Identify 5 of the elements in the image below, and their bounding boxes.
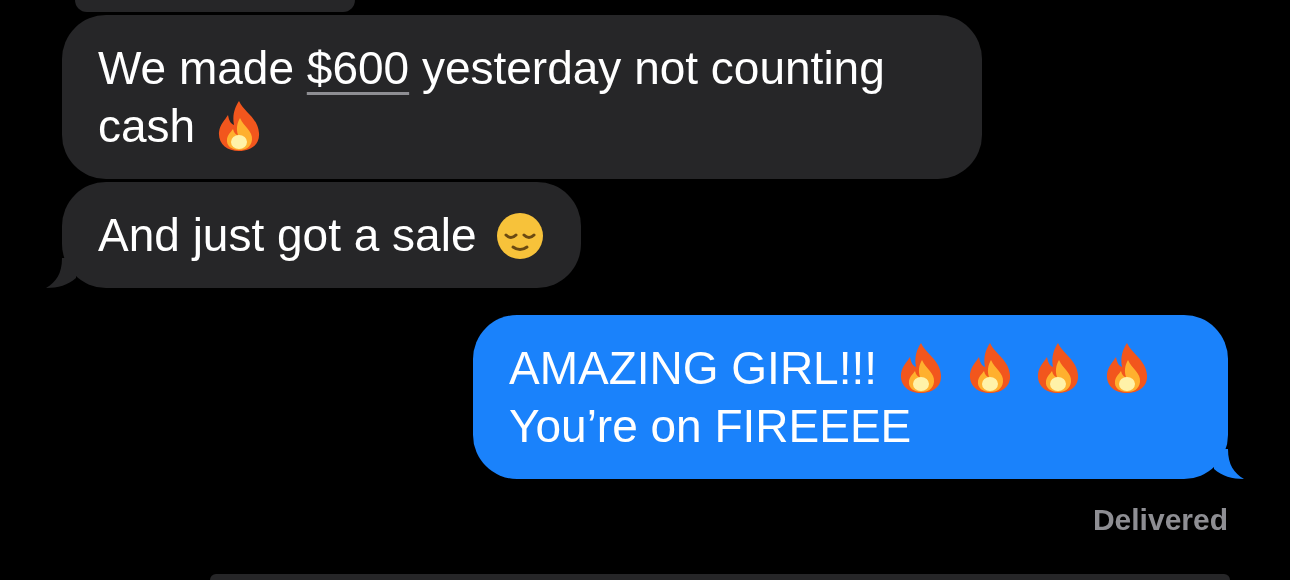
message-text: And just got a sale	[98, 209, 477, 261]
message-text: AMAZING GIRL!!!	[509, 342, 878, 394]
amount-link[interactable]: $600	[306, 42, 410, 94]
delivery-status: Delivered	[1092, 502, 1228, 538]
message-text: You’re on FIREEEE	[509, 400, 912, 452]
